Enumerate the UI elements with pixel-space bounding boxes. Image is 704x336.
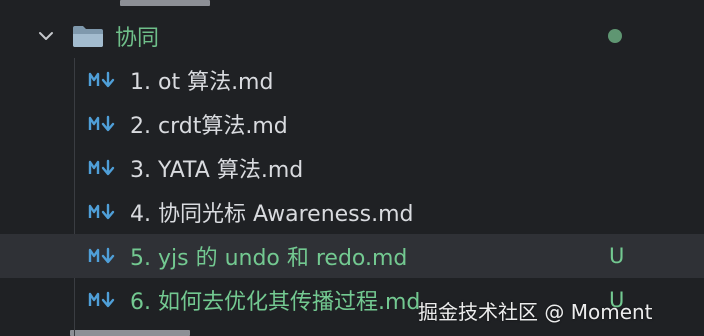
cutoff-row-top [120, 0, 210, 6]
modified-dot-indicator [608, 29, 622, 43]
markdown-icon [88, 115, 115, 132]
file-label: 1. ot 算法.md [130, 70, 274, 95]
file-label: 5. yjs 的 undo 和 redo.md [130, 246, 408, 271]
folder-label: 协同 [115, 26, 160, 51]
chevron-down-icon[interactable] [36, 26, 56, 46]
file-label: 4. 协同光标 Awareness.md [130, 202, 414, 227]
git-status-badge: U [609, 244, 625, 268]
file-row[interactable]: 3. YATA 算法.md [0, 146, 704, 190]
folder-open-icon [73, 26, 103, 47]
markdown-icon [88, 203, 115, 220]
file-label: 3. YATA 算法.md [130, 158, 304, 183]
file-row[interactable]: 4. 协同光标 Awareness.md [0, 190, 704, 234]
folder-row[interactable]: 协同 [0, 14, 704, 58]
markdown-icon [88, 159, 115, 176]
markdown-icon [88, 291, 115, 308]
markdown-icon [88, 247, 115, 264]
file-label: 6. 如何去优化其传播过程.md [130, 290, 421, 315]
file-label: 2. crdt算法.md [130, 114, 288, 139]
file-row[interactable]: 1. ot 算法.md [0, 58, 704, 102]
file-row-selected[interactable]: 5. yjs 的 undo 和 redo.md U [0, 234, 704, 278]
cutoff-row-bottom [70, 330, 190, 336]
file-explorer-tree: 协同 1. ot 算法.md 2. crdt算法.md 3. YATA 算法.m… [0, 0, 704, 336]
file-row[interactable]: 2. crdt算法.md [0, 102, 704, 146]
watermark: 掘金技术社区 @ Moment [418, 300, 653, 324]
markdown-icon [88, 71, 115, 88]
